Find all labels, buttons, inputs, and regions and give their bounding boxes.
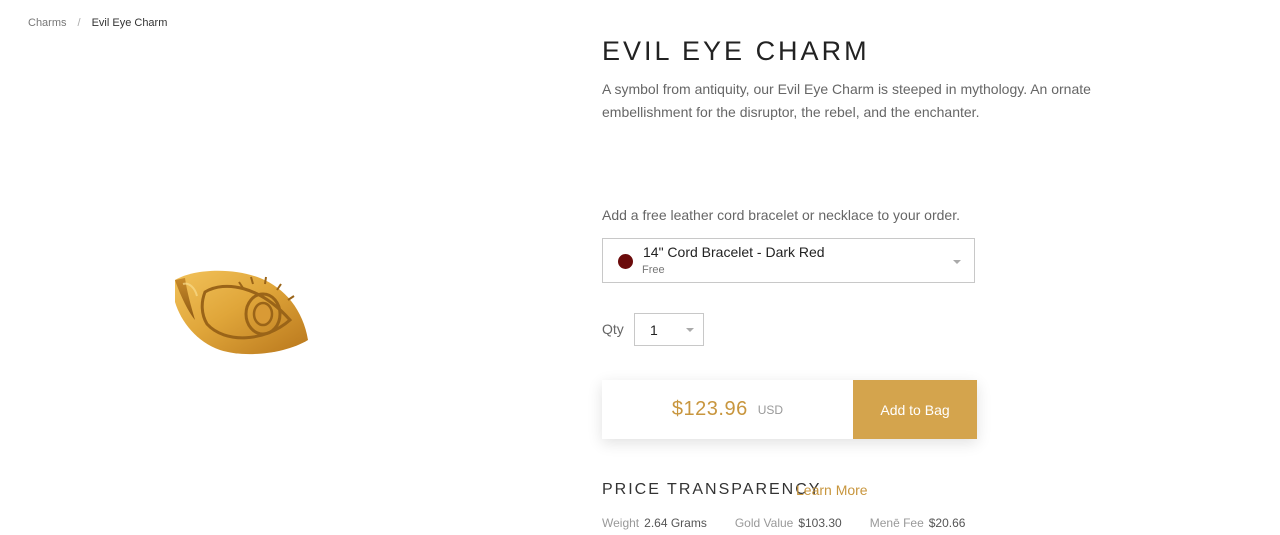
cord-option-price: Free bbox=[642, 264, 665, 276]
product-title: EVIL EYE CHARM bbox=[602, 36, 870, 66]
stat-label: Menē Fee bbox=[869, 516, 924, 530]
breadcrumb-separator: / bbox=[77, 17, 81, 29]
stat-value: $20.66 bbox=[928, 516, 966, 530]
cord-option-select[interactable]: 14" Cord Bracelet - Dark Red Free bbox=[602, 238, 975, 283]
add-to-bag-button[interactable]: Add to Bag bbox=[853, 380, 977, 439]
product-image bbox=[165, 262, 315, 362]
learn-more-link[interactable]: Learn More bbox=[796, 482, 868, 498]
breadcrumb-link-charms[interactable]: Charms bbox=[28, 17, 67, 29]
price-currency: USD bbox=[757, 402, 784, 417]
quantity-select[interactable]: 1 bbox=[634, 313, 704, 346]
purchase-box: $123.96 USD Add to Bag bbox=[602, 380, 977, 439]
stat-value: $103.30 bbox=[798, 516, 842, 530]
chevron-down-icon bbox=[686, 328, 694, 332]
addon-label: Add a free leather cord bracelet or neck… bbox=[602, 207, 960, 223]
breadcrumb: Charms / Evil Eye Charm bbox=[28, 17, 167, 29]
stat-mene-fee: Menē Fee $20.66 bbox=[870, 516, 966, 530]
price-transparency-heading: PRICE TRANSPARENCY bbox=[602, 481, 822, 498]
stat-label: Gold Value bbox=[734, 516, 794, 530]
price-amount: $123.96 bbox=[671, 398, 748, 420]
breadcrumb-current: Evil Eye Charm bbox=[91, 17, 168, 29]
chevron-down-icon bbox=[953, 260, 961, 264]
color-swatch-icon bbox=[618, 254, 633, 269]
stat-label: Weight bbox=[602, 516, 640, 530]
stat-weight: Weight 2.64 Grams bbox=[602, 516, 707, 530]
quantity-label: Qty bbox=[602, 321, 624, 337]
product-page: Charms / Evil Eye Charm EVIL EYE CHARM A… bbox=[0, 0, 1280, 535]
stat-gold-value: Gold Value $103.30 bbox=[735, 516, 842, 530]
quantity-value: 1 bbox=[650, 322, 658, 338]
price-breakdown: Weight 2.64 Grams Gold Value $103.30 Menē … bbox=[602, 516, 993, 530]
stat-value: 2.64 Grams bbox=[644, 516, 707, 530]
cord-option-name: 14" Cord Bracelet - Dark Red bbox=[643, 244, 825, 260]
product-description: A symbol from antiquity, our Evil Eye Ch… bbox=[602, 81, 1091, 120]
price-display: $123.96 USD bbox=[602, 380, 853, 439]
gold-evil-eye-charm-icon bbox=[175, 270, 308, 355]
